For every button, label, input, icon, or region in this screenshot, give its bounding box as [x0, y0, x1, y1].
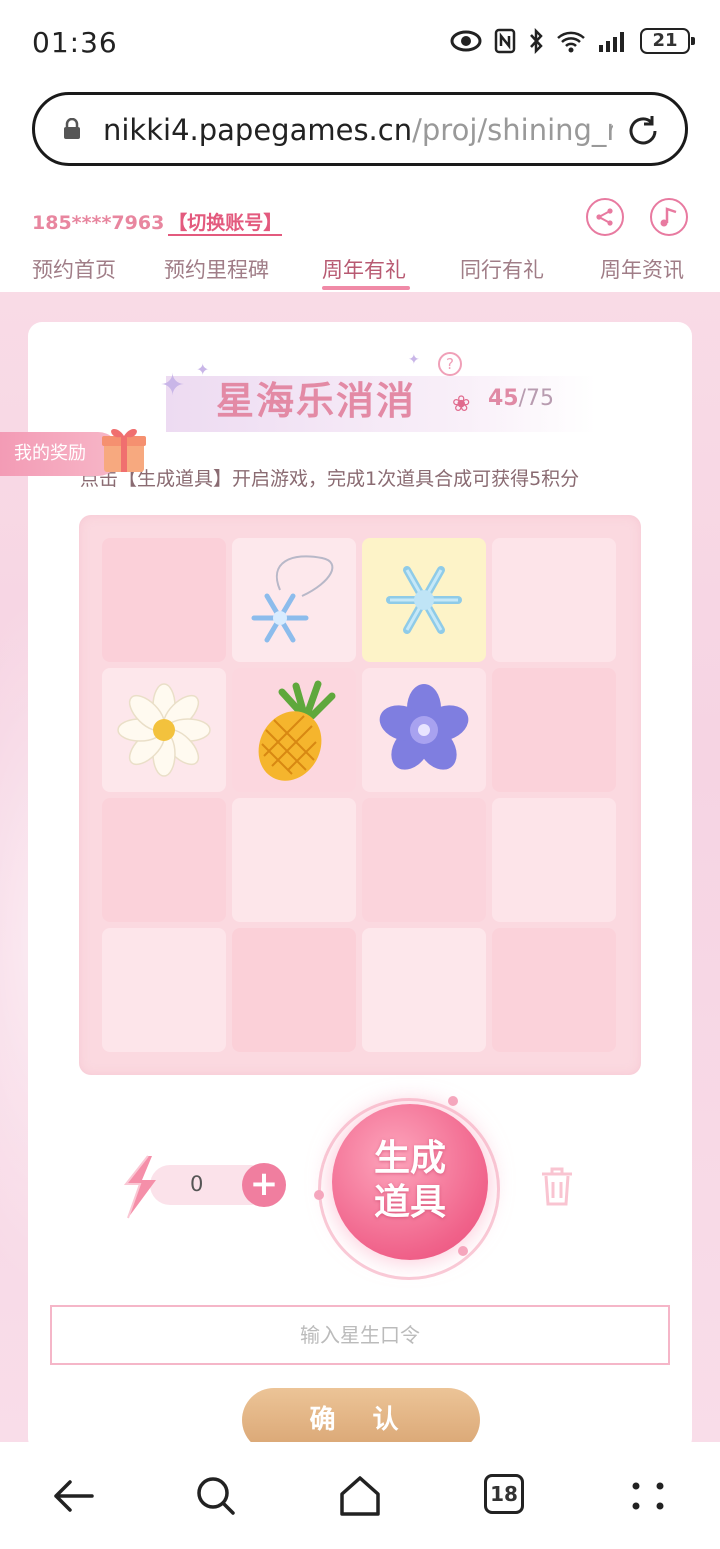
search-icon[interactable] [192, 1472, 240, 1520]
sparkle-icon: ✦ [408, 352, 420, 368]
board-cell[interactable] [102, 668, 226, 792]
board-cell[interactable] [362, 668, 486, 792]
score-total: 75 [526, 386, 555, 411]
tab-companion-gifts[interactable]: 同行有礼 [460, 254, 544, 284]
lock-icon [64, 118, 80, 139]
share-icon[interactable] [586, 198, 624, 236]
url-bar[interactable]: nikki4.papegames.cn/proj/shining_n [32, 92, 688, 166]
ring-dot [314, 1190, 324, 1200]
help-icon[interactable]: ? [438, 352, 462, 376]
board-cell[interactable] [232, 538, 356, 662]
game-title: 星海乐消消 [216, 378, 417, 423]
generate-label-line2: 道具 [373, 1181, 446, 1223]
sparkle-icon: ✦ [196, 360, 210, 379]
board-cell[interactable] [232, 798, 356, 922]
board-cell[interactable] [362, 928, 486, 1052]
add-energy-button[interactable]: + [242, 1163, 286, 1207]
reload-icon[interactable] [625, 113, 661, 149]
bluetooth-icon [530, 28, 543, 54]
purple-flower-item [379, 684, 469, 770]
score-current: 45 [488, 386, 519, 411]
url-path: /proj/shining_n [412, 113, 613, 147]
status-bar: 01:36 21 [0, 0, 720, 84]
gift-icon[interactable] [96, 420, 152, 476]
board-cell[interactable] [492, 668, 616, 792]
eye-icon [450, 30, 482, 52]
generate-item-label[interactable]: 生成 道具 [340, 1136, 480, 1224]
board-cell[interactable] [102, 538, 226, 662]
energy-count: 0 [190, 1172, 204, 1196]
board-cell[interactable] [362, 538, 486, 662]
home-icon[interactable] [336, 1472, 384, 1520]
board-cell[interactable] [492, 928, 616, 1052]
music-icon[interactable] [650, 198, 688, 236]
tabs-button[interactable]: 18 [484, 1474, 524, 1514]
score-separator: / [518, 386, 527, 411]
battery-indicator: 21 [640, 28, 695, 54]
tab-anniversary-news[interactable]: 周年资讯 [600, 254, 684, 284]
board-cell[interactable] [102, 798, 226, 922]
url-text[interactable]: nikki4.papegames.cn/proj/shining_n [103, 113, 613, 147]
ring-dot [448, 1096, 458, 1106]
instruction-text: 点击【生成道具】开启游戏，完成1次道具合成可获得5积分 [80, 468, 580, 490]
switch-account-link[interactable]: 【切换账号】 [168, 212, 283, 236]
tab-reservation-home[interactable]: 预约首页 [32, 254, 116, 284]
nfc-icon [494, 28, 516, 54]
more-menu-icon[interactable] [624, 1472, 672, 1520]
board-cell[interactable] [232, 668, 356, 792]
board-cell[interactable] [102, 928, 226, 1052]
score-flower-icon: ❀ [452, 392, 471, 417]
ring-dot [458, 1246, 468, 1256]
url-domain: nikki4.papegames.cn [103, 113, 413, 147]
status-icons: 21 [450, 28, 695, 54]
status-time: 01:36 [32, 26, 118, 59]
score-display: 45/75 [488, 386, 554, 411]
tab-anniversary-gifts[interactable]: 周年有礼 [322, 254, 406, 284]
board-cell[interactable] [492, 538, 616, 662]
active-tab-underline [322, 286, 410, 290]
lightning-energy-icon [123, 1155, 156, 1219]
browser-bottom-nav [0, 1442, 720, 1549]
back-icon[interactable] [48, 1472, 96, 1520]
board-cell[interactable] [232, 928, 356, 1052]
board-cell[interactable] [362, 798, 486, 922]
snowflake-necklace-item [251, 555, 334, 643]
signal-icon [599, 32, 624, 52]
daisy-item [117, 683, 211, 777]
generate-label-line1: 生成 [373, 1137, 446, 1179]
snowflake-item [386, 566, 462, 634]
game-board [79, 515, 641, 1075]
wifi-icon [557, 31, 585, 53]
account-number: 185****7963 [32, 212, 165, 234]
code-input[interactable]: 输入星生口令 [50, 1305, 670, 1365]
tab-reservation-milestone[interactable]: 预约里程碑 [164, 254, 269, 284]
trash-icon[interactable] [540, 1164, 574, 1208]
board-cell[interactable] [492, 798, 616, 922]
sparkle-icon: ✦ [160, 368, 186, 403]
account-line: 185****7963 【切换账号】 [32, 208, 283, 236]
pineapple-item [258, 680, 336, 781]
site-header: 185****7963 【切换账号】 预约首页 预约里程碑 周年有礼 同行有礼 周… [0, 184, 720, 294]
